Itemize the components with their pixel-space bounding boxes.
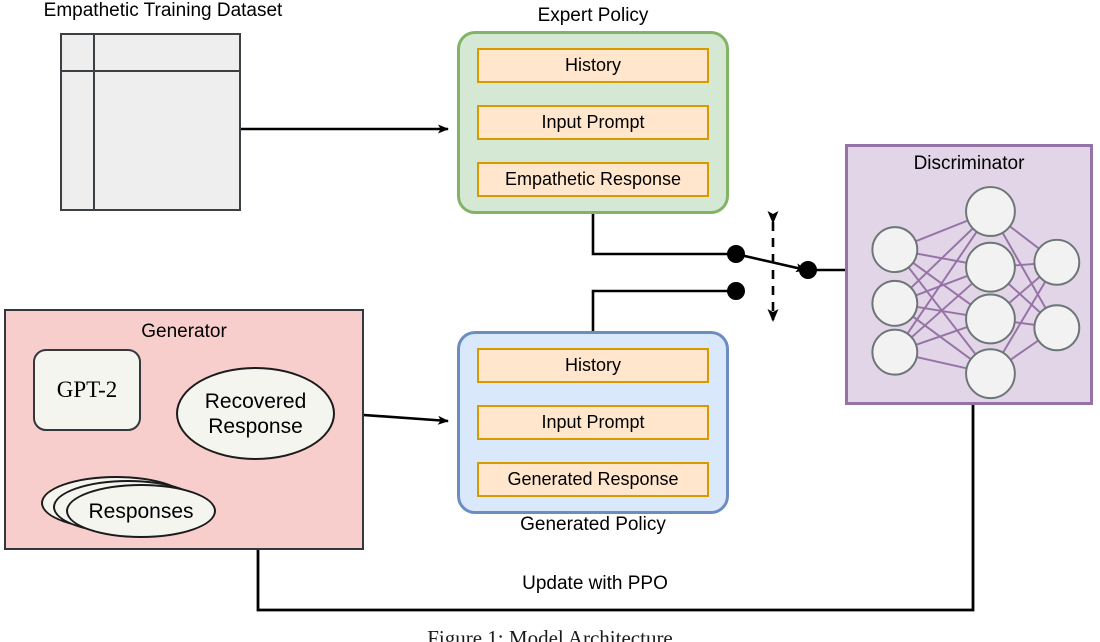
responses-node: Responses [66, 484, 216, 538]
figure-canvas: Empathetic Training Dataset Expert Polic… [0, 0, 1100, 642]
generated-policy-title: Generated Policy [520, 514, 666, 535]
gpt2-node: GPT-2 [33, 349, 141, 431]
recovered-response-line-1: Recovered [204, 389, 307, 413]
generated-policy-slot-history: History [477, 348, 709, 383]
network-edges [894, 210, 1058, 375]
network-node [965, 293, 1016, 345]
table-body-row [62, 72, 239, 209]
discriminator-panel: Discriminator [845, 144, 1093, 405]
recovered-response-line-2: Response [208, 414, 303, 438]
network-node [871, 226, 919, 274]
recovered-response-node: Recovered Response [176, 367, 335, 460]
table-header-row [62, 35, 239, 72]
network-node [871, 328, 919, 376]
network-node [1033, 304, 1081, 352]
expert-policy-panel: History Input Prompt Empathetic Response [457, 31, 729, 214]
table-body-cell-content [95, 72, 239, 209]
expert-policy-title: Expert Policy [537, 5, 649, 26]
generated-policy-slot-generated-response: Generated Response [477, 462, 709, 497]
network-node [871, 279, 919, 327]
expert-policy-slot-input-prompt: Input Prompt [477, 105, 709, 140]
ppo-update-label: Update with PPO [522, 573, 668, 594]
expert-policy-slot-empathetic-response: Empathetic Response [477, 162, 709, 197]
empathetic-training-dataset-table [60, 33, 241, 211]
generator-title: Generator [141, 321, 227, 342]
figure-caption: Figure 1: Model Architecture [427, 626, 673, 642]
wire-expert-policy-to-switch [591, 214, 745, 263]
dataset-title: Empathetic Training Dataset [43, 0, 283, 21]
generated-policy-panel: History Input Prompt Generated Response [457, 331, 729, 514]
table-header-cell-index [62, 35, 95, 70]
network-node [1033, 238, 1081, 286]
discriminator-neural-network [871, 186, 1081, 400]
wire-generated-policy-to-switch [591, 282, 745, 331]
network-node [965, 186, 1016, 237]
network-node [965, 348, 1016, 400]
table-header-cell-content [95, 35, 239, 70]
table-body-cell-index [62, 72, 95, 209]
network-node [965, 241, 1016, 293]
generated-policy-slot-input-prompt: Input Prompt [477, 405, 709, 440]
expert-policy-slot-history: History [477, 48, 709, 83]
network-nodes [871, 186, 1081, 400]
wire-switch-to-discriminator [735, 252, 845, 279]
